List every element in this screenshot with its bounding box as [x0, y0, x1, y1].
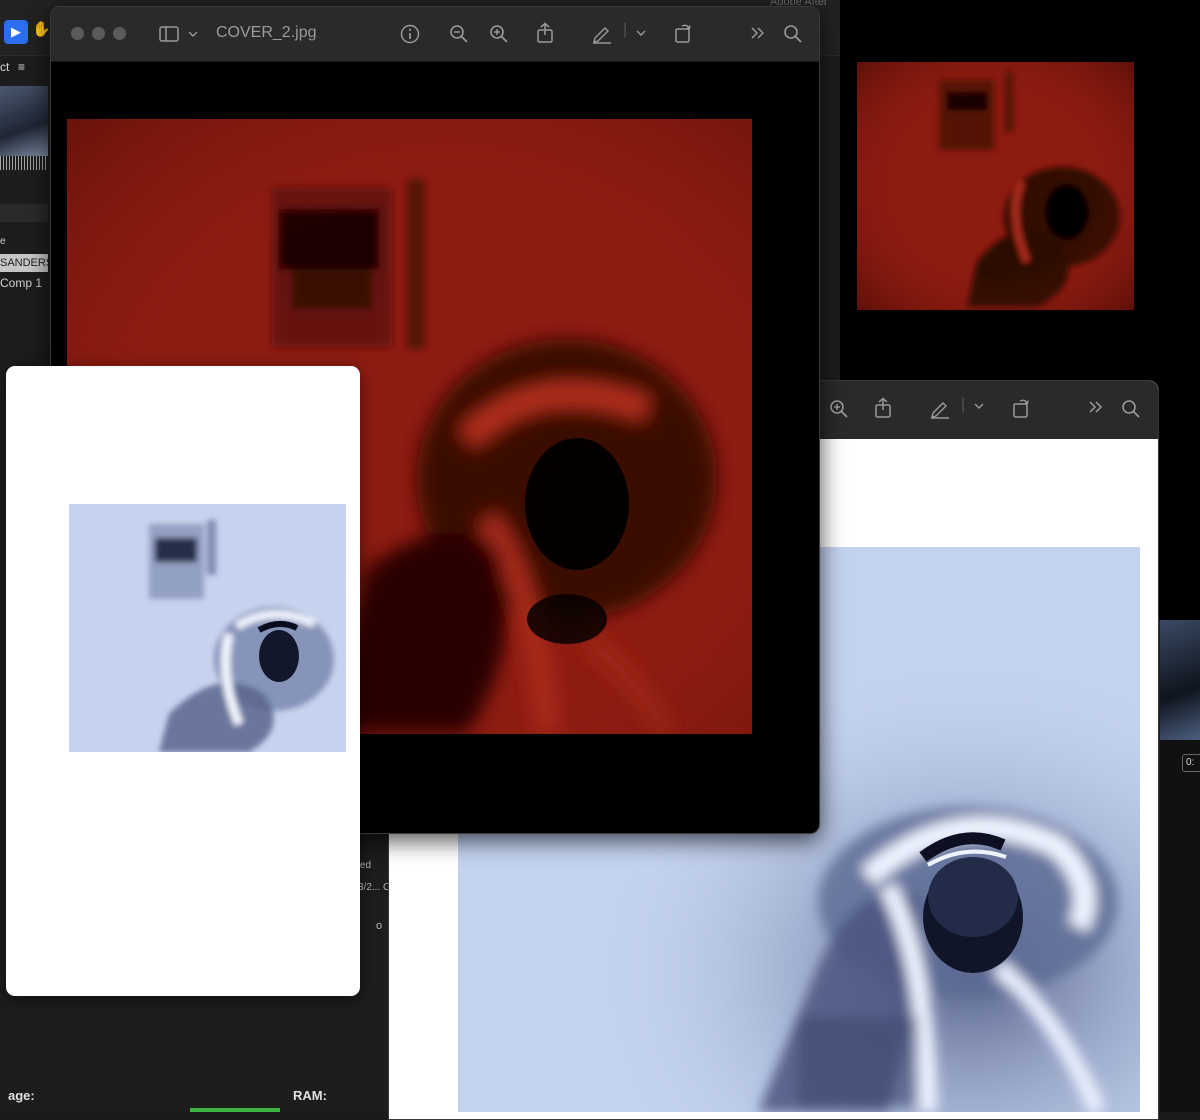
more-chevrons-icon[interactable]	[1087, 400, 1105, 414]
share-icon[interactable]	[535, 22, 555, 44]
panel-menu-icon[interactable]: ≡	[18, 60, 25, 74]
rotate-icon[interactable]	[1011, 397, 1031, 419]
rotate-icon[interactable]	[673, 22, 693, 44]
share-icon[interactable]	[873, 397, 893, 419]
search-icon[interactable]	[1121, 399, 1141, 419]
more-chevrons-icon[interactable]	[749, 26, 767, 40]
floating-card[interactable]	[6, 366, 360, 996]
minimize-button[interactable]	[92, 27, 105, 40]
close-button[interactable]	[71, 27, 84, 40]
audio-waveform	[0, 156, 48, 170]
toolbar-divider: |	[623, 21, 628, 38]
sidebar-icon[interactable]	[159, 25, 179, 43]
window-title: COVER_2.jpg	[216, 24, 317, 41]
right-thumbnail	[1160, 620, 1200, 740]
panel-o-fragment: o	[376, 920, 383, 932]
chevron-down-icon[interactable]	[635, 27, 647, 39]
column-header-name[interactable]: e	[0, 236, 6, 247]
project-item-comp[interactable]: Comp 1	[0, 276, 42, 290]
ram-meter	[190, 1108, 280, 1112]
project-tab[interactable]: ct	[0, 60, 9, 74]
ram-label: RAM:	[293, 1088, 327, 1103]
status-label: age:	[8, 1088, 35, 1103]
main-window-toolbar: COVER_2.jpg |	[51, 7, 819, 62]
toolbar-divider: |	[961, 396, 966, 413]
zoom-button[interactable]	[113, 27, 126, 40]
zoom-in-icon[interactable]	[489, 24, 509, 44]
image-blue-thumbnail	[69, 504, 346, 752]
chevron-down-icon[interactable]	[187, 28, 199, 40]
markup-pen-icon[interactable]	[591, 24, 613, 44]
search-strip[interactable]	[0, 204, 48, 222]
chevron-down-icon[interactable]	[973, 400, 985, 412]
hand-icon[interactable]: ✋	[32, 20, 51, 38]
timecode-field[interactable]: 0:	[1182, 754, 1200, 772]
project-item-sanders[interactable]: SANDERS	[0, 254, 48, 272]
markup-pen-icon[interactable]	[929, 399, 951, 419]
panel-text-fragment: ed	[360, 860, 372, 871]
search-icon[interactable]	[783, 24, 803, 44]
zoom-out-icon[interactable]	[449, 24, 469, 44]
image-red-small	[857, 62, 1134, 310]
footage-thumbnail	[0, 86, 48, 156]
arrow-cursor-icon[interactable]: ▶	[4, 20, 28, 44]
panel-value-fragment: 3/2... C	[358, 882, 391, 893]
zoom-in-icon[interactable]	[829, 399, 849, 419]
info-icon[interactable]	[399, 23, 421, 45]
